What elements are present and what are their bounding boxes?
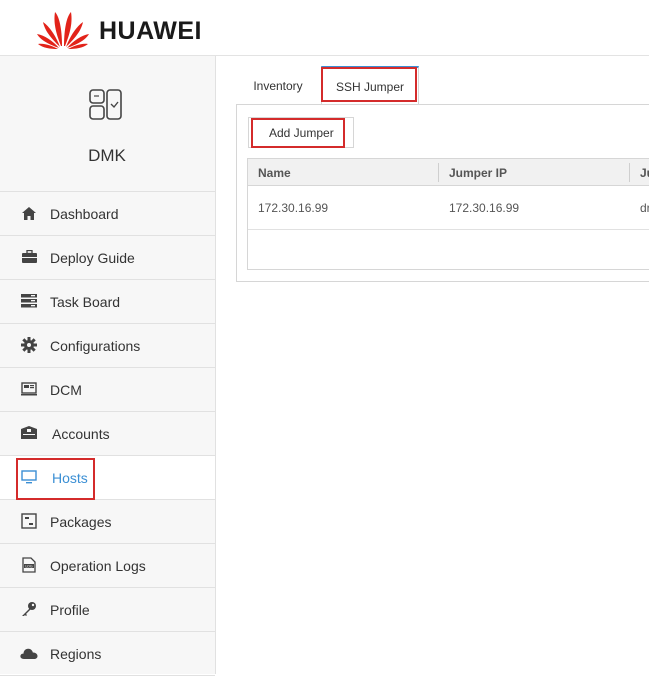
sidebar-item-label: Packages bbox=[50, 513, 112, 530]
sidebar-item-configurations[interactable]: Configurations bbox=[0, 324, 215, 368]
cell-name: 172.30.16.99 bbox=[258, 201, 329, 215]
sidebar-item-label: Task Board bbox=[50, 293, 121, 310]
column-resize-handle[interactable] bbox=[629, 163, 630, 182]
top-header: HUAWEI bbox=[0, 0, 649, 56]
sidebar-item-packages[interactable]: Packages bbox=[0, 500, 215, 544]
dmk-app-icon bbox=[89, 89, 122, 120]
app-header: DMK bbox=[0, 56, 215, 192]
cloud-icon bbox=[20, 644, 38, 662]
cell-jumper-ip: 172.30.16.99 bbox=[449, 201, 520, 215]
sidebar-item-label: Dashboard bbox=[50, 205, 119, 222]
column-header-jumper-ip[interactable]: Jumper IP bbox=[449, 166, 507, 180]
sidebar-item-label: Operation Logs bbox=[50, 557, 146, 574]
package-icon bbox=[20, 512, 38, 530]
sidebar: DMK Dashboard Deploy Guide Task Board Co… bbox=[0, 56, 216, 676]
log-file-icon: LOG bbox=[20, 556, 38, 574]
sidebar-item-label: Profile bbox=[50, 601, 90, 618]
home-icon bbox=[20, 204, 38, 222]
sidebar-item-regions[interactable]: Regions bbox=[0, 632, 215, 676]
huawei-logo-icon bbox=[37, 12, 89, 49]
column-header-truncated[interactable]: Ju bbox=[640, 166, 649, 180]
table-row[interactable]: 172.30.16.99 172.30.16.99 dr bbox=[248, 186, 649, 230]
cell-truncated: dr bbox=[640, 201, 649, 215]
table-header: Name Jumper IP Ju bbox=[248, 159, 649, 186]
svg-text:LOG: LOG bbox=[25, 564, 33, 568]
sidebar-item-label: Accounts bbox=[52, 425, 110, 442]
add-jumper-highlight-box bbox=[251, 118, 345, 148]
sidebar-item-dashboard[interactable]: Dashboard bbox=[0, 192, 215, 236]
sidebar-item-dcm[interactable]: DCM bbox=[0, 368, 215, 412]
column-resize-handle[interactable] bbox=[438, 163, 439, 182]
sidebar-item-accounts[interactable]: Accounts bbox=[0, 412, 215, 456]
brand-name: HUAWEI bbox=[99, 17, 202, 45]
app-name: DMK bbox=[88, 146, 126, 165]
sidebar-item-deploy-guide[interactable]: Deploy Guide bbox=[0, 236, 215, 280]
column-header-name[interactable]: Name bbox=[258, 166, 291, 180]
gear-icon bbox=[20, 336, 38, 354]
sidebar-item-profile[interactable]: Profile bbox=[0, 588, 215, 632]
dcm-icon bbox=[20, 380, 38, 398]
sidebar-item-task-board[interactable]: Task Board bbox=[0, 280, 215, 324]
sidebar-item-hosts[interactable]: Hosts bbox=[0, 456, 215, 500]
sidebar-item-operation-logs[interactable]: LOG Operation Logs bbox=[0, 544, 215, 588]
server-stack-icon bbox=[20, 292, 38, 310]
accounts-box-icon bbox=[20, 424, 38, 442]
sidebar-item-label: Regions bbox=[50, 645, 102, 662]
hosts-highlight-box bbox=[16, 458, 95, 500]
jumper-table: Name Jumper IP Ju 172.30.16.99 172.30.16… bbox=[247, 158, 649, 270]
key-icon bbox=[20, 600, 38, 618]
sidebar-item-label: Configurations bbox=[50, 337, 141, 354]
tab-inventory[interactable]: Inventory bbox=[238, 66, 318, 105]
sidebar-item-label: DCM bbox=[50, 381, 82, 398]
ssh-jumper-tab-highlight-box bbox=[321, 67, 417, 102]
briefcase-icon bbox=[20, 248, 38, 266]
sidebar-item-label: Deploy Guide bbox=[50, 249, 135, 266]
tab-bar: Inventory SSH Jumper bbox=[236, 66, 649, 106]
